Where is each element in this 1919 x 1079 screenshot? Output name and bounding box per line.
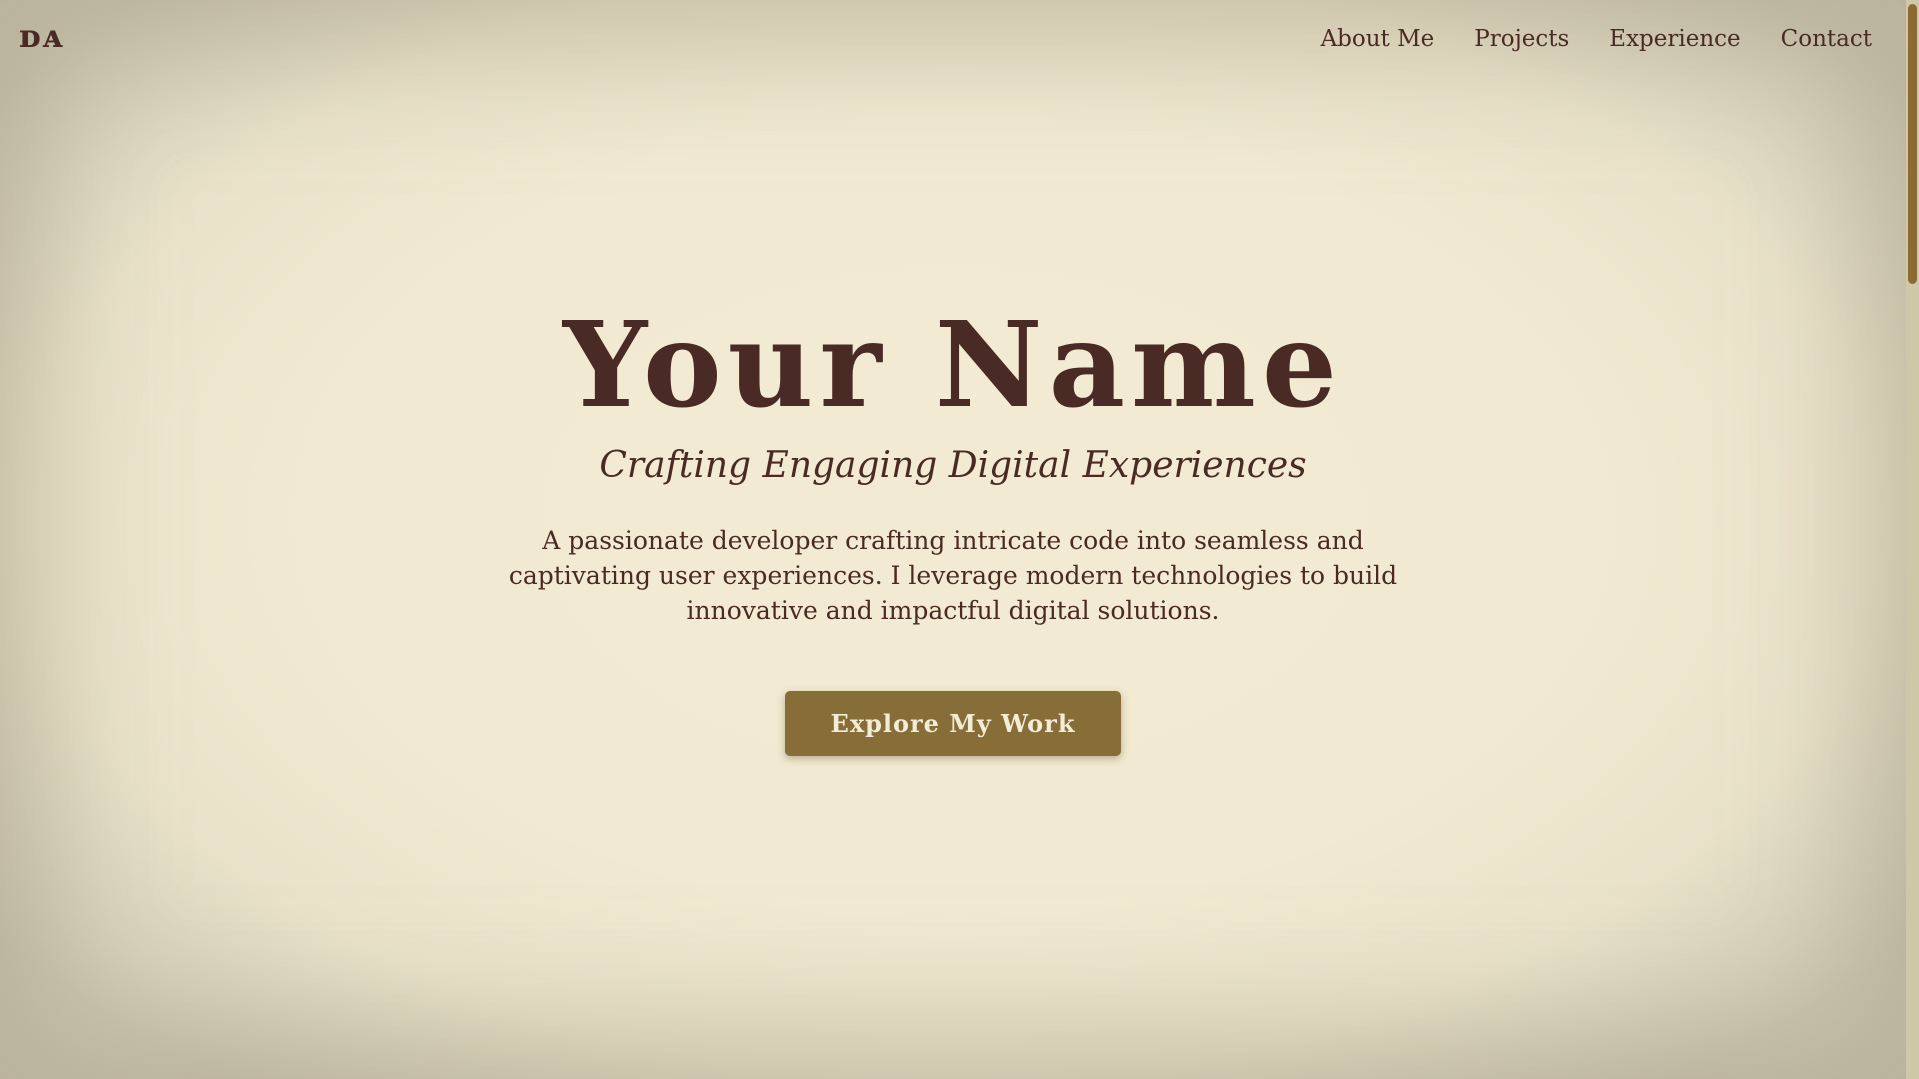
nav-experience[interactable]: Experience (1609, 22, 1740, 56)
explore-work-button[interactable]: Explore My Work (785, 691, 1121, 756)
hero-section: Your Name Crafting Engaging Digital Expe… (0, 300, 1906, 756)
page: ᴅᴀ About Me Projects Experience Contact … (0, 0, 1906, 1079)
nav-projects[interactable]: Projects (1474, 22, 1569, 56)
scrollbar-thumb[interactable] (1908, 4, 1917, 284)
hero-subtitle: Crafting Engaging Digital Experiences (599, 445, 1307, 486)
hero-title: Your Name (563, 295, 1343, 434)
vertical-scrollbar[interactable] (1906, 0, 1919, 1079)
hero-description: A passionate developer crafting intricat… (508, 526, 1398, 625)
main-nav: About Me Projects Experience Contact (1321, 22, 1872, 56)
nav-about-me[interactable]: About Me (1321, 22, 1435, 56)
site-logo[interactable]: ᴅᴀ (19, 18, 63, 54)
nav-contact[interactable]: Contact (1781, 22, 1872, 56)
